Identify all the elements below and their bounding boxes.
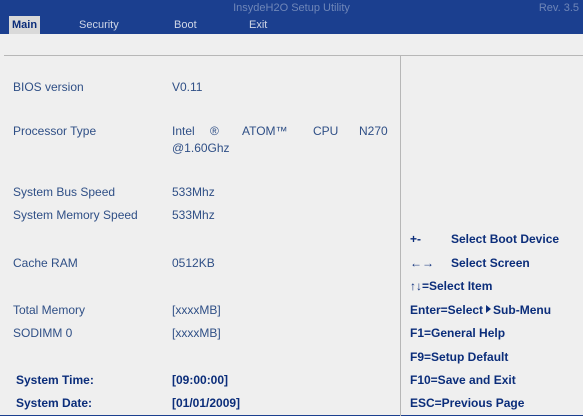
triangle-right-icon [486,305,492,313]
help-f9: F9=Setup Default [410,350,509,364]
plus-minus-key: +- [410,232,422,246]
help-select-item: ↑↓=Select Item [410,279,493,293]
help-select-screen: ←→ Select Screen [410,256,530,270]
registered-mark: ® [210,124,219,138]
system-time-field[interactable]: [09:00:00] [172,373,228,387]
tab-main[interactable]: Main [9,16,41,34]
processor-model: N270 [359,124,388,138]
revision-label: Rev. 3.5 [538,2,579,14]
system-time-label: System Time: [16,373,94,387]
tab-boot[interactable]: Boot [174,16,197,34]
help-screen-text: Select Screen [451,256,530,270]
help-f10: F10=Save and Exit [410,373,516,387]
processor-cpu: CPU [313,124,339,138]
main-settings-panel [4,55,401,416]
system-bus-speed-value: 533Mhz [172,185,215,199]
help-f1: F1=General Help [410,326,506,340]
system-date-label: System Date: [16,396,93,410]
system-date-field[interactable]: [01/01/2009] [172,396,240,410]
help-enter-submenu: Enter=Select Sub-Menu [410,303,551,317]
bios-version-value: V0.11 [172,80,203,94]
cache-ram-label: Cache RAM [13,256,78,270]
processor-brand: ATOM™ [242,124,288,138]
processor-type-label: Processor Type [13,124,97,138]
help-boot-text: Select Boot Device [451,232,560,246]
cache-ram-value: 0512KB [172,256,215,270]
bios-version-label: BIOS version [13,80,84,94]
bios-setup-screen: InsydeH2O Setup Utility Rev. 3.5 Main Se… [0,0,583,416]
tab-security[interactable]: Security [79,16,119,34]
processor-frequency: @1.60Ghz [172,141,230,155]
help-esc: ESC=Previous Page [410,396,525,410]
app-title: InsydeH2O Setup Utility [233,2,350,14]
system-memory-speed-value: 533Mhz [172,208,215,222]
system-bus-speed-label: System Bus Speed [13,185,116,199]
total-memory-value: [xxxxMB] [172,303,221,317]
sodimm0-value: [xxxxMB] [172,326,221,340]
total-memory-label: Total Memory [13,303,86,317]
help-select-boot-device: +- Select Boot Device [410,232,559,246]
processor-vendor: Intel [172,124,195,138]
sodimm0-label: SODIMM 0 [13,326,73,340]
help-enter-text: Enter=Select [410,303,484,317]
help-submenu-text: Sub-Menu [493,303,552,317]
tab-exit[interactable]: Exit [249,16,267,34]
system-memory-speed-label: System Memory Speed [13,208,138,222]
left-right-arrows-key: ←→ [410,256,434,270]
